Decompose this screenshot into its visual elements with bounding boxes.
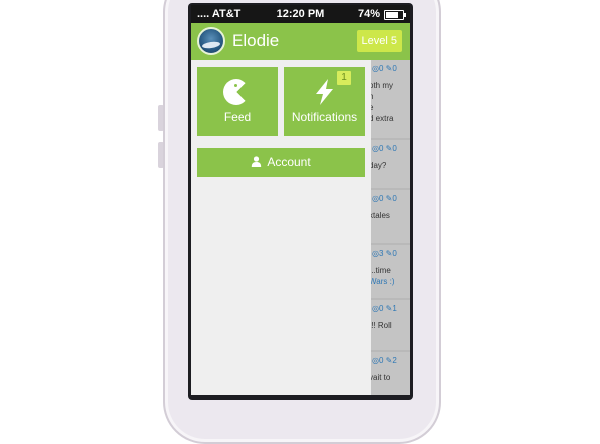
pacman-icon [223, 79, 249, 105]
feed-tile-button[interactable]: Feed [197, 67, 278, 136]
battery-icon [384, 10, 406, 20]
status-bar: .... AT&T 12:20 PM 74% [191, 5, 410, 23]
feed-item-counts: ◎3 ✎0 [372, 249, 397, 258]
side-drawer: Feed 1 Notifications Account [191, 60, 371, 395]
notifications-count-badge: 1 [337, 71, 351, 85]
battery-percent: 74% [357, 8, 380, 20]
background-feed: ◎0 ✎0 oth my h e d extra : ◎0 ✎0 day? ◎0 ✎0 k… [369, 60, 410, 395]
account-label: Account [267, 155, 311, 169]
feed-item-text: oth my h e d extra : [369, 81, 394, 134]
feed-item-counts: ◎0 ✎0 [372, 64, 397, 73]
feed-item-text: ...time Wars :) [369, 266, 395, 286]
feed-item-link[interactable]: Wars :) [369, 277, 394, 286]
level-badge[interactable]: Level 5 [356, 30, 402, 52]
person-icon [252, 156, 262, 167]
feed-list-item[interactable]: ◎0 ✎0 day? [369, 140, 410, 188]
feed-list-item[interactable]: ◎0 ✎2 vait to [369, 352, 410, 395]
account-button[interactable]: Account [197, 148, 365, 177]
feed-list-item[interactable]: ◎0 ✎1 t!! Roll [369, 300, 410, 350]
feed-item-text: vait to [369, 373, 391, 382]
notifications-tile-button[interactable]: 1 Notifications [284, 67, 365, 136]
feed-item-counts: ◎0 ✎0 [372, 194, 397, 203]
feed-item-text: t!! Roll [369, 321, 392, 330]
feed-list-item[interactable]: ◎0 ✎0 ktales [369, 190, 410, 243]
feed-list-item[interactable]: ◎3 ✎0 ...time Wars :) [369, 245, 410, 298]
lightning-icon [316, 79, 333, 105]
avatar[interactable] [197, 27, 225, 55]
username-label: Elodie [232, 31, 280, 50]
feed-list-item[interactable]: ◎0 ✎0 oth my h e d extra : [369, 60, 410, 138]
feed-item-counts: ◎0 ✎0 [372, 144, 397, 153]
feed-item-text: ktales [369, 211, 390, 220]
app-header: Elodie Level 5 [191, 23, 410, 60]
feed-tile-label: Feed [223, 110, 252, 124]
battery-fill [386, 12, 398, 18]
feed-item-counts: ◎0 ✎2 [372, 356, 397, 365]
feed-item-counts: ◎0 ✎1 [372, 304, 397, 313]
notifications-tile-label: Notifications [291, 110, 358, 124]
app-screen: .... AT&T 12:20 PM 74% Elodie Level 5 ◎0… [191, 5, 410, 395]
feed-item-text: day? [369, 161, 387, 170]
